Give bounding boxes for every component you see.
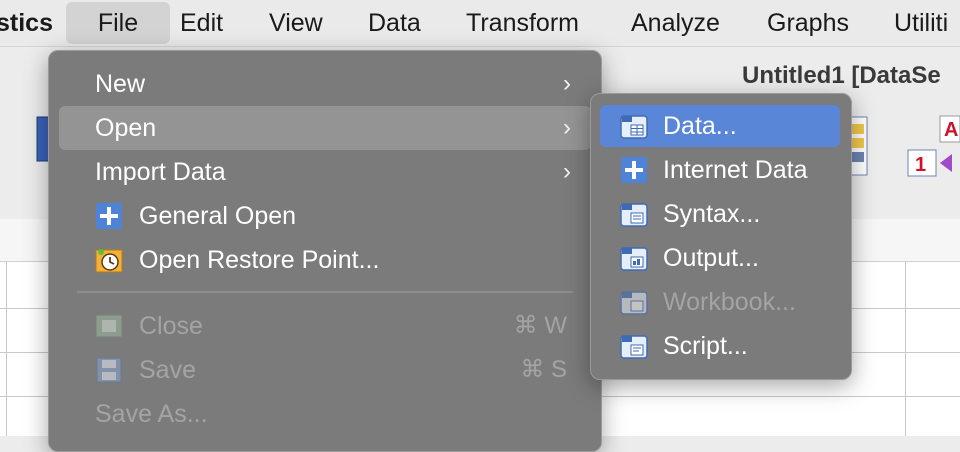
script-file-icon xyxy=(620,335,648,359)
submenu-item-label: Script... xyxy=(663,332,748,360)
menu-item-open-restore-point[interactable]: Open Restore Point... xyxy=(59,238,591,282)
plus-icon xyxy=(621,157,647,183)
close-doc-icon xyxy=(95,314,123,338)
submenu-item-syntax[interactable]: Syntax... xyxy=(600,193,840,235)
window-title: Untitled1 [DataSe xyxy=(742,62,941,89)
open-submenu: Data... Internet Data Syntax... Output..… xyxy=(590,93,852,380)
menu-item-label: Close xyxy=(139,312,203,340)
menu-item-label: Import Data xyxy=(95,158,226,186)
submenu-item-label: Output... xyxy=(663,244,759,272)
chevron-right-icon: › xyxy=(563,70,571,97)
save-icon xyxy=(96,357,122,383)
submenu-item-output[interactable]: Output... xyxy=(600,237,840,279)
shortcut-label: ⌘ W xyxy=(513,312,567,339)
menu-item-label: Open Restore Point... xyxy=(139,246,380,274)
submenu-item-label: Syntax... xyxy=(663,200,761,228)
menu-item-new[interactable]: New › xyxy=(59,62,591,106)
menu-item-save-as[interactable]: Save As... xyxy=(59,392,591,436)
menu-item-close[interactable]: Close ⌘ W xyxy=(59,304,591,348)
submenu-item-label: Data... xyxy=(663,112,737,140)
menu-item-import-data[interactable]: Import Data › xyxy=(59,150,591,194)
syntax-file-icon xyxy=(620,203,648,227)
menu-item-label: General Open xyxy=(139,202,297,230)
menu-item-label: Open xyxy=(95,114,157,142)
menubar-data[interactable]: Data xyxy=(368,0,421,46)
toolbar-value-labels-icon[interactable]: A 1 xyxy=(906,112,960,180)
menubar-app-name[interactable]: stics xyxy=(0,0,53,46)
menubar-transform[interactable]: Transform xyxy=(466,0,579,46)
chevron-right-icon: › xyxy=(563,158,571,185)
menu-item-label: Save xyxy=(139,356,196,384)
menubar-analyze[interactable]: Analyze xyxy=(631,0,720,46)
submenu-item-workbook[interactable]: Workbook... xyxy=(600,281,840,323)
svg-text:1: 1 xyxy=(915,154,926,176)
menu-item-open[interactable]: Open › xyxy=(59,106,591,150)
plus-icon xyxy=(96,203,122,229)
chevron-right-icon: › xyxy=(563,114,571,141)
submenu-item-data[interactable]: Data... xyxy=(600,105,840,147)
output-file-icon xyxy=(620,247,648,271)
menu-item-save[interactable]: Save ⌘ S xyxy=(59,348,591,392)
menu-separator xyxy=(77,291,573,293)
menu-item-label: Save As... xyxy=(95,400,208,428)
grid-line xyxy=(905,262,906,436)
menubar-graphs[interactable]: Graphs xyxy=(767,0,849,46)
data-file-icon xyxy=(620,115,648,139)
grid-line xyxy=(6,262,7,436)
submenu-item-internet-data[interactable]: Internet Data xyxy=(600,149,840,191)
menu-bar: stics File Edit View Data Transform Anal… xyxy=(0,0,960,47)
submenu-item-script[interactable]: Script... xyxy=(600,325,840,367)
menubar-view[interactable]: View xyxy=(269,0,323,46)
submenu-item-label: Workbook... xyxy=(663,288,796,316)
menu-item-label: New xyxy=(95,70,146,98)
restore-point-icon xyxy=(95,249,123,273)
menu-item-general-open[interactable]: General Open xyxy=(59,194,591,238)
menubar-utilities[interactable]: Utiliti xyxy=(894,0,948,46)
menubar-edit[interactable]: Edit xyxy=(180,0,223,46)
menubar-file[interactable]: File xyxy=(66,2,170,44)
submenu-item-label: Internet Data xyxy=(663,156,808,184)
workbook-file-icon xyxy=(620,291,648,315)
svg-text:A: A xyxy=(944,119,958,141)
shortcut-label: ⌘ S xyxy=(520,356,567,383)
file-menu: New › Open › Import Data › General Open … xyxy=(48,50,602,452)
